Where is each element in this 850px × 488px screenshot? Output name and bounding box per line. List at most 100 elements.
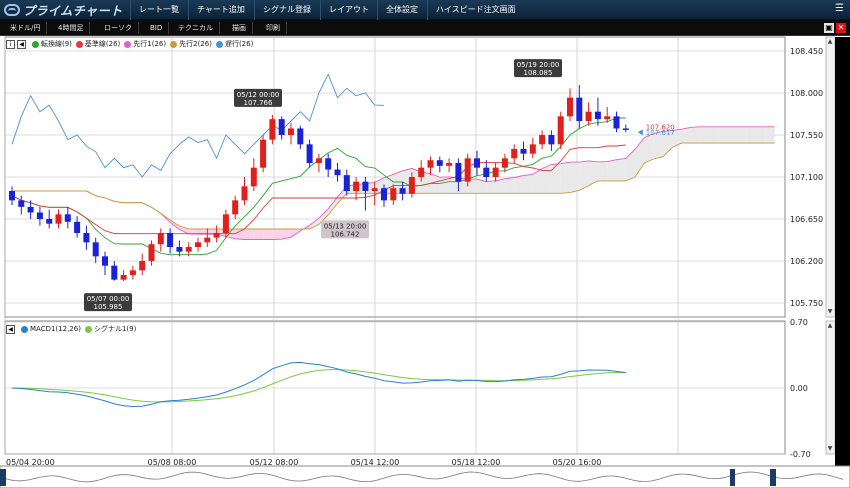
cloud-segment xyxy=(681,127,691,144)
cloud-segment xyxy=(253,229,264,240)
menu-global-settings[interactable]: 全体設定 xyxy=(377,0,426,20)
candle-body xyxy=(455,163,462,182)
restore-window-icon[interactable]: ▣ xyxy=(824,23,834,33)
candle-body xyxy=(483,167,490,177)
candle-body xyxy=(343,175,350,191)
candle-body xyxy=(213,233,220,238)
chart-area[interactable]: 108.450 108.000 107.550 107.100 106.650 106.2… xyxy=(0,36,850,488)
candle-body xyxy=(325,158,332,170)
menu-highspeed-order[interactable]: ハイスピード注文画面 xyxy=(427,0,524,20)
info-icon[interactable]: i xyxy=(6,39,15,49)
menu-layout[interactable]: レイアウト xyxy=(320,0,377,20)
candle-body xyxy=(557,116,564,145)
toolbar-draw-button[interactable]: 描画 xyxy=(226,22,253,34)
cloud-segment xyxy=(263,229,273,240)
collapse-left-icon[interactable]: ◀ xyxy=(6,324,15,334)
price-axis-label: 105.750 xyxy=(790,299,823,308)
scroll-up-icon[interactable]: ▲ xyxy=(826,322,834,330)
toolbar-timeframe-select[interactable]: 4時間足 xyxy=(52,22,91,34)
hamburger-icon[interactable]: ☰ xyxy=(835,3,844,14)
right-edge xyxy=(835,37,850,488)
toolbar-pair-select[interactable]: 米ドル/円 xyxy=(4,22,48,34)
candle-body xyxy=(548,135,555,145)
chart-svg[interactable]: 108.450 108.000 107.550 107.100 106.650 106.2… xyxy=(0,36,850,488)
cloud-segment xyxy=(737,126,747,144)
toolbar-technical-button[interactable]: テクニカル xyxy=(172,22,220,34)
cloud-segment xyxy=(597,161,608,181)
candle-body xyxy=(492,167,499,177)
toolbar-print-button[interactable]: 印刷 xyxy=(260,22,287,34)
scroll-down-icon[interactable]: ▼ xyxy=(826,308,834,316)
cloud-segment xyxy=(728,126,738,144)
candle-body xyxy=(371,188,378,191)
menu-rate-list[interactable]: レート一覧 xyxy=(130,0,187,20)
cloud-segment xyxy=(607,159,617,181)
candle-body xyxy=(36,212,43,219)
price-axis-label: 108.450 xyxy=(790,47,823,56)
collapse-left-icon[interactable]: ◀ xyxy=(17,39,26,49)
legend-macd: MACD1(12,26) xyxy=(30,325,81,333)
candle-body xyxy=(27,206,34,213)
macd-legend: ◀ MACD1(12,26) シグナル1(9) xyxy=(6,324,136,334)
candle-body xyxy=(408,177,415,194)
legend-dot-macd xyxy=(21,325,28,333)
candle-body xyxy=(241,186,248,201)
close-window-icon[interactable]: ✕ xyxy=(836,23,846,33)
cloud-segment xyxy=(690,126,701,144)
price-axis-label: 107.100 xyxy=(790,173,823,182)
candle-body xyxy=(157,233,164,245)
price-callout-time: 05/07 00:00 xyxy=(87,295,130,303)
cloud-segment xyxy=(718,126,729,144)
candle-body xyxy=(529,144,536,154)
cloud-segment xyxy=(616,158,626,181)
cloud-segment xyxy=(756,126,766,144)
candle-body xyxy=(474,158,480,168)
price-axis-label: 107.550 xyxy=(790,131,823,140)
price-scrollbar[interactable] xyxy=(825,36,836,318)
price-tag-blue: 107.617 xyxy=(646,129,675,137)
candle-body xyxy=(288,128,294,135)
menu-bar: プライムチャート レート一覧 チャート追加 シグナル登録 レイアウト 全体設定 … xyxy=(0,0,850,20)
navigator-handle-right[interactable] xyxy=(770,469,776,486)
candle-body xyxy=(83,233,90,243)
menu-add-chart[interactable]: チャート追加 xyxy=(188,0,253,20)
legend-kijun: 基準線(26) xyxy=(84,40,121,48)
legend-dot-senkou1 xyxy=(124,40,132,48)
candle-body xyxy=(585,111,592,121)
macd-scrollbar[interactable] xyxy=(825,320,836,455)
menu-signal-register[interactable]: シグナル登録 xyxy=(254,0,319,20)
macd-axis-label: 0.00 xyxy=(790,384,808,393)
candle-body xyxy=(55,214,62,224)
candle-body xyxy=(278,119,285,135)
candle-body xyxy=(9,191,15,201)
candle-body xyxy=(176,247,183,252)
cloud-segment xyxy=(644,133,654,163)
scroll-up-icon[interactable]: ▲ xyxy=(826,38,834,46)
navigator-strip[interactable] xyxy=(0,465,850,488)
macd-axis-label: 0.70 xyxy=(790,318,808,327)
candle-body xyxy=(613,116,620,129)
navigator-left-arrow[interactable] xyxy=(0,469,6,486)
price-callout-value: 106.742 xyxy=(331,230,360,238)
legend-senkou1: 先行1(26) xyxy=(133,40,167,48)
candle-body xyxy=(306,144,313,163)
candle-body xyxy=(185,247,192,252)
cloud-segment xyxy=(765,126,775,144)
scroll-down-icon[interactable]: ▼ xyxy=(826,445,834,453)
toolbar-chart-type-select[interactable]: ローソク xyxy=(98,22,139,34)
candle-body xyxy=(464,158,471,182)
chart-toolbar: 米ドル/円 4時間足 ローソク BID テクニカル 描画 印刷 ▣ ✕ xyxy=(0,20,850,36)
toolbar-price-type-select[interactable]: BID xyxy=(144,22,170,34)
navigator-handle-left[interactable] xyxy=(730,469,735,486)
legend-dot-tenkan xyxy=(32,40,39,48)
cloud-segment xyxy=(570,162,580,193)
candle-body xyxy=(418,167,425,177)
candle-body xyxy=(222,214,229,233)
candle-body xyxy=(111,265,118,280)
legend-dot-signal xyxy=(84,325,92,333)
app-logo[interactable]: プライムチャート xyxy=(4,1,123,19)
cloud-segment xyxy=(551,163,561,194)
price-axis-label: 108.000 xyxy=(790,89,823,98)
candle-body xyxy=(315,158,322,163)
legend-chikou: 遅行(26) xyxy=(224,40,254,48)
